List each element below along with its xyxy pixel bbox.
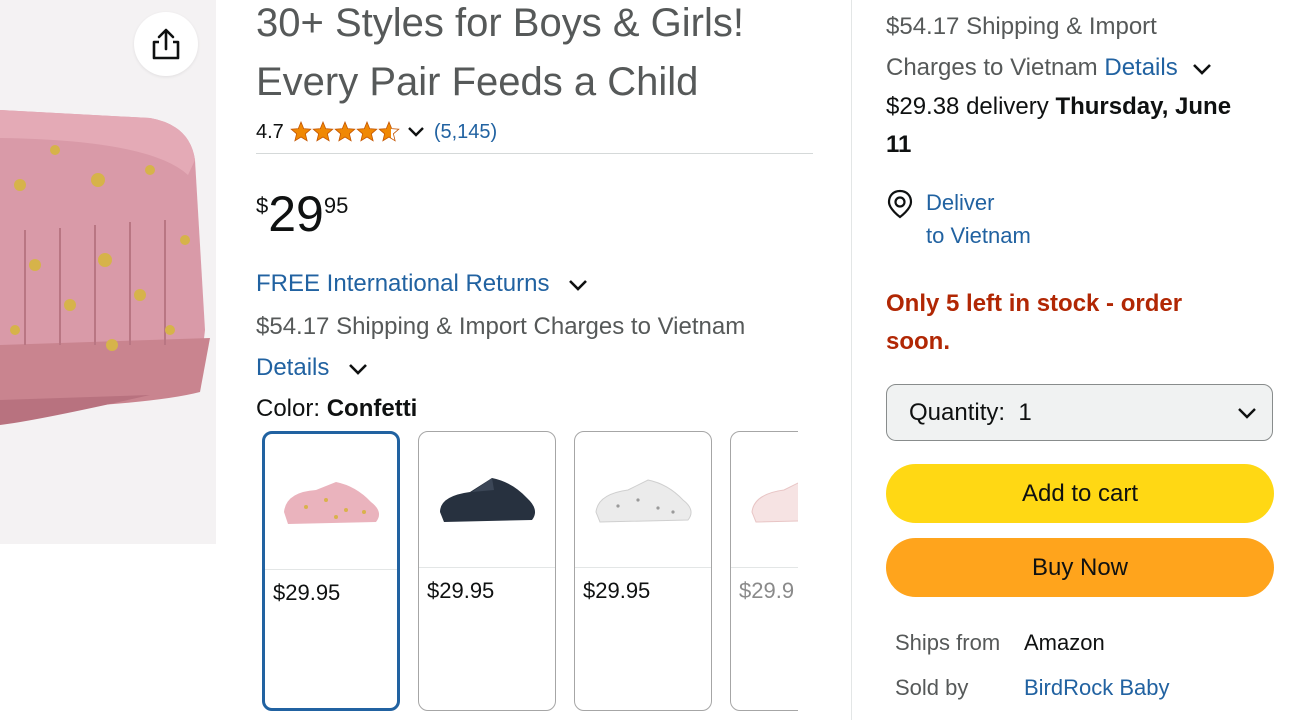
deliver-link[interactable]: Deliver to Vietnam: [926, 186, 1031, 252]
add-to-cart-button[interactable]: Add to cart: [886, 464, 1274, 523]
buy-now-button[interactable]: Buy Now: [886, 538, 1274, 597]
chevron-down-icon[interactable]: [406, 125, 426, 139]
delivery-date: Thursday, June: [1055, 93, 1232, 120]
swatch-image: [265, 434, 397, 570]
ships-from-value: Amazon: [1024, 630, 1105, 655]
swatch-black[interactable]: $29.95: [418, 431, 556, 711]
details-row[interactable]: Details: [256, 352, 370, 384]
share-button[interactable]: [134, 12, 198, 76]
swatch-price: $29.9: [739, 578, 795, 603]
price-whole: 29: [268, 186, 324, 242]
shoe-icon: [284, 481, 380, 524]
price: $ 29 95: [256, 188, 348, 240]
rating-value: 4.7: [256, 120, 284, 143]
swatch-price: $29.95: [273, 580, 341, 605]
swatch-confetti[interactable]: $29.95: [262, 431, 400, 711]
shoe-icon: [440, 477, 536, 522]
chevron-down-icon: [1238, 407, 1256, 419]
free-returns-link[interactable]: FREE International Returns: [256, 270, 549, 297]
ships-from-label: Ships from: [895, 630, 1001, 655]
sold-by-link[interactable]: BirdRock Baby: [1024, 673, 1170, 703]
divider: [256, 153, 813, 154]
deliver-line1: Deliver: [926, 190, 995, 215]
title-line-2: Every Pair Feeds a Child: [256, 60, 699, 104]
shoe-icon: [595, 478, 692, 523]
swatch-price: $29.95: [427, 578, 495, 603]
title-line-1: 30+ Styles for Boys & Girls!: [256, 1, 744, 45]
sold-by-label: Sold by: [895, 675, 969, 700]
price-fraction: 95: [323, 193, 349, 218]
swatch-image: [575, 432, 711, 568]
shipping-text: $54.17 Shipping & Import Charges to Viet…: [256, 313, 746, 340]
stock-warning: Only 5 left in stock - order soon.: [886, 285, 1266, 361]
delivery-price: $29.38 delivery: [886, 93, 1049, 120]
color-label-text: Color:: [256, 395, 321, 422]
color-value: Confetti: [326, 395, 418, 422]
returns-row[interactable]: FREE International Returns: [256, 268, 590, 300]
delivery-date-day: 11: [886, 131, 912, 158]
moccasin-image: [0, 0, 216, 544]
swatch-image: [731, 432, 798, 568]
stock-line2: soon.: [886, 328, 950, 355]
color-label: Color: Confetti: [256, 393, 417, 425]
deliver-line2: to Vietnam: [926, 223, 1031, 248]
quantity-value: 1: [1018, 398, 1032, 426]
ships-from-row: Ships from Amazon: [895, 628, 1105, 658]
chevron-down-icon[interactable]: [566, 277, 590, 293]
deliver-to-location[interactable]: Deliver to Vietnam: [886, 186, 1031, 252]
product-title: 30+ Styles for Boys & Girls! Every Pair …: [256, 0, 826, 112]
details-link[interactable]: Details: [256, 354, 329, 381]
location-pin-icon: [887, 189, 913, 219]
quantity-select[interactable]: Quantity: 1: [886, 384, 1273, 441]
buybox-shipping: $54.17 Shipping & Import Charges to Viet…: [886, 6, 1278, 88]
swatch-image: [419, 432, 555, 568]
chevron-down-icon[interactable]: [1190, 61, 1214, 77]
swatch-pink-white[interactable]: $29.9: [730, 431, 798, 711]
product-image[interactable]: [0, 0, 216, 544]
buybox-shipping-line2: Charges to Vietnam: [886, 54, 1098, 81]
price-symbol: $: [256, 193, 269, 218]
chevron-down-icon[interactable]: [346, 361, 370, 377]
buybox-details-link[interactable]: Details: [1104, 54, 1177, 81]
color-swatches: $29.95 $29.95 $29.95 $29.9: [262, 431, 798, 721]
stock-line1: Only 5 left in stock - order: [886, 290, 1183, 317]
swatch-price: $29.95: [583, 578, 651, 603]
star-rating-icon[interactable]: [290, 121, 400, 143]
quantity-label: Quantity:: [909, 398, 1006, 426]
delivery-info: $29.38 delivery Thursday, June 11: [886, 88, 1278, 164]
buybox-divider: [851, 0, 852, 720]
review-count-link[interactable]: (5,145): [434, 121, 497, 144]
buybox-shipping-line1: $54.17 Shipping & Import: [886, 13, 1157, 40]
swatch-white[interactable]: $29.95: [574, 431, 712, 711]
sold-by-row: Sold by BirdRock Baby: [895, 673, 1170, 703]
rating-row: 4.7 (5,145): [256, 118, 497, 146]
shoe-icon: [751, 481, 798, 523]
stars-icon: [290, 121, 400, 142]
share-icon: [152, 28, 180, 60]
